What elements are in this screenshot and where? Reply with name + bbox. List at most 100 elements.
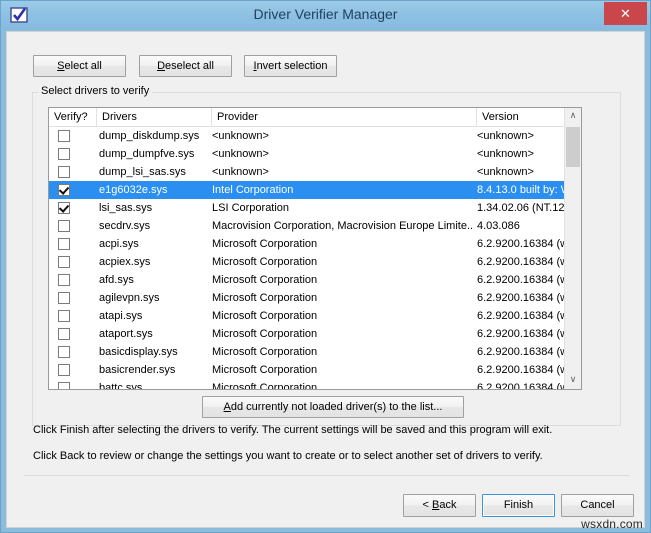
column-header-drivers[interactable]: Drivers (97, 108, 212, 126)
info-text-finish: Click Finish after selecting the drivers… (33, 424, 553, 436)
verify-checkbox[interactable] (58, 220, 70, 232)
watermark: wsxdn.com (581, 517, 643, 531)
driver-name-cell: dump_lsi_sas.sys (99, 166, 186, 178)
verify-cell (49, 181, 97, 199)
version-cell: 1.34.02.06 (NT.1204... (477, 202, 577, 214)
version-cell: <unknown> (477, 130, 534, 142)
verify-checkbox[interactable] (58, 166, 70, 178)
version-cell: 6.2.9200.16384 (win8... (477, 346, 577, 358)
driver-name-cell: e1g6032e.sys (99, 184, 168, 196)
deselect-all-button[interactable]: Deselect all (139, 55, 232, 77)
column-header-verify[interactable]: Verify? (49, 108, 97, 126)
verify-checkbox[interactable] (58, 238, 70, 250)
driver-name-cell: basicrender.sys (99, 364, 176, 376)
verify-checkbox[interactable] (58, 256, 70, 268)
add-button-label: dd currently not loaded driver(s) to the… (230, 401, 443, 413)
verify-checkbox[interactable] (58, 184, 70, 196)
provider-cell: Microsoft Corporation (212, 364, 318, 376)
table-row[interactable]: acpiex.sys Microsoft Corporation 6.2.9200.… (49, 253, 581, 271)
select-all-accel: S (57, 60, 65, 72)
driver-name-cell: dump_diskdump.sys (99, 130, 200, 142)
driver-name-cell: ataport.sys (99, 328, 153, 340)
cancel-button[interactable]: Cancel (561, 494, 634, 517)
table-row[interactable]: agilevpn.sys Microsoft Corporation 6.2.920… (49, 289, 581, 307)
column-header-version[interactable]: Version (477, 108, 565, 126)
table-row[interactable]: dump_lsi_sas.sys <unknown> <unknown> (49, 163, 581, 181)
back-label: ack (439, 499, 457, 511)
listview-scrollbar[interactable]: ∧ ∨ (564, 108, 581, 389)
verify-cell (49, 253, 97, 271)
driver-name-cell: afd.sys (99, 274, 134, 286)
provider-cell: Macrovision Corporation, Macrovision Eur… (212, 220, 474, 232)
table-row[interactable]: acpi.sys Microsoft Corporation 6.2.9200.16… (49, 235, 581, 253)
drivers-listview[interactable]: Verify? Drivers Provider Version dump_di… (48, 107, 582, 390)
table-row[interactable]: ataport.sys Microsoft Corporation 6.2.9200… (49, 325, 581, 343)
provider-cell: Microsoft Corporation (212, 274, 318, 286)
verify-checkbox[interactable] (58, 310, 70, 322)
verify-checkbox[interactable] (58, 130, 70, 142)
version-cell: 6.2.9200.16384 (win8... (477, 238, 577, 250)
scrollbar-thumb[interactable] (566, 127, 580, 167)
table-row[interactable]: afd.sys Microsoft Corporation 6.2.9200.163… (49, 271, 581, 289)
select-all-button[interactable]: Select all (33, 55, 126, 77)
dialog-client-area: Select all Deselect all Invert selection… (6, 31, 645, 528)
verify-checkbox[interactable] (58, 274, 70, 286)
driver-name-cell: acpiex.sys (99, 256, 151, 268)
close-button[interactable]: ✕ (604, 2, 647, 25)
provider-cell: Microsoft Corporation (212, 256, 318, 268)
version-cell: 6.2.9200.16384 (win8... (477, 256, 577, 268)
provider-cell: Microsoft Corporation (212, 328, 318, 340)
invert-selection-button[interactable]: Invert selection (244, 55, 337, 77)
verify-checkbox[interactable] (58, 346, 70, 358)
provider-cell: Intel Corporation (212, 184, 294, 196)
scroll-down-icon[interactable]: ∨ (565, 372, 581, 389)
verify-cell (49, 343, 97, 361)
provider-cell: Microsoft Corporation (212, 382, 318, 389)
info-text-back: Click Back to review or change the setti… (33, 450, 543, 462)
verify-checkbox[interactable] (58, 364, 70, 376)
table-row[interactable]: atapi.sys Microsoft Corporation 6.2.9200.1… (49, 307, 581, 325)
version-cell: 8.4.13.0 built by: Win... (477, 184, 577, 196)
verify-checkbox[interactable] (58, 148, 70, 160)
table-row[interactable]: basicdisplay.sys Microsoft Corporation 6.2… (49, 343, 581, 361)
add-not-loaded-drivers-button[interactable]: Add currently not loaded driver(s) to th… (202, 396, 464, 418)
table-row[interactable]: battc.sys Microsoft Corporation 6.2.9200.1… (49, 379, 581, 389)
scroll-up-icon[interactable]: ∧ (565, 108, 581, 125)
title-bar[interactable]: Driver Verifier Manager ✕ (1, 1, 650, 30)
finish-button[interactable]: Finish (482, 494, 555, 517)
verify-checkbox[interactable] (58, 292, 70, 304)
verify-checkbox[interactable] (58, 202, 70, 214)
column-header-provider[interactable]: Provider (212, 108, 477, 126)
table-row[interactable]: dump_diskdump.sys <unknown> <unknown> (49, 127, 581, 145)
verify-cell (49, 145, 97, 163)
version-cell: 6.2.9200.16384 (win8... (477, 364, 577, 376)
verify-checkbox[interactable] (58, 382, 70, 389)
provider-cell: LSI Corporation (212, 202, 290, 214)
table-row[interactable]: basicrender.sys Microsoft Corporation 6.2.… (49, 361, 581, 379)
table-row[interactable]: e1g6032e.sys Intel Corporation 8.4.13.0 bu… (49, 181, 581, 199)
provider-cell: <unknown> (212, 148, 269, 160)
listview-header: Verify? Drivers Provider Version (49, 108, 581, 127)
verify-cell (49, 307, 97, 325)
verify-cell (49, 361, 97, 379)
verify-cell (49, 289, 97, 307)
table-row[interactable]: lsi_sas.sys LSI Corporation 1.34.02.06 (NT… (49, 199, 581, 217)
driver-name-cell: lsi_sas.sys (99, 202, 153, 214)
deselect-all-accel: D (157, 60, 166, 72)
version-cell: 6.2.9200.16384 (win8... (477, 382, 577, 389)
back-button[interactable]: < Back (403, 494, 476, 517)
verify-cell (49, 235, 97, 253)
version-cell: 6.2.9200.16384 (win8... (477, 274, 577, 286)
version-cell: <unknown> (477, 148, 534, 160)
table-row[interactable]: secdrv.sys Macrovision Corporation, Macro… (49, 217, 581, 235)
verify-cell (49, 271, 97, 289)
table-row[interactable]: dump_dumpfve.sys <unknown> <unknown> (49, 145, 581, 163)
window-title: Driver Verifier Manager (253, 6, 398, 22)
provider-cell: Microsoft Corporation (212, 310, 318, 322)
version-cell: 6.2.9200.16384 (win8... (477, 292, 577, 304)
driver-name-cell: dump_dumpfve.sys (99, 148, 195, 160)
footer-divider (24, 475, 629, 476)
verify-checkbox[interactable] (58, 328, 70, 340)
verify-cell (49, 163, 97, 181)
verify-cell (49, 379, 97, 389)
